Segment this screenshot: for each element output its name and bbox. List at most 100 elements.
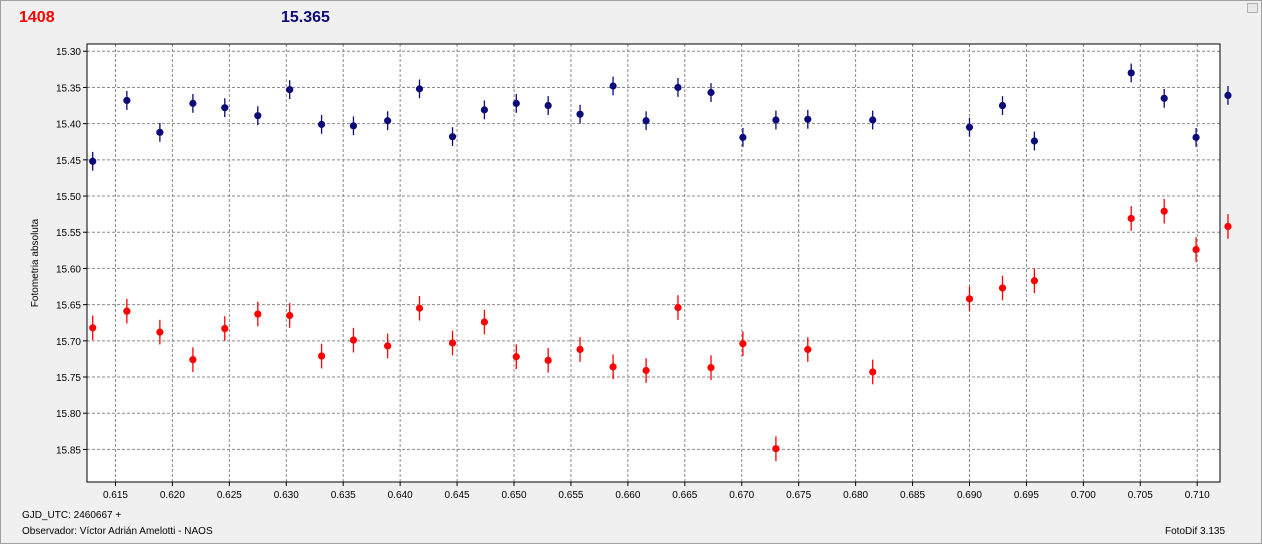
x-tick-label: 0.640: [388, 490, 413, 501]
data-point: [674, 303, 682, 312]
data-point: [965, 295, 974, 303]
x-tick-label: 0.680: [843, 490, 868, 501]
y-tick-label: 15.80: [56, 409, 81, 420]
gjd-label: GJD_UTC: 2460667 +: [22, 510, 122, 521]
x-tick-label: 0.650: [501, 490, 526, 501]
y-tick-label: 15.60: [56, 264, 81, 275]
data-point: [804, 115, 812, 123]
light-curve-chart: 0.615 0.620 0.625 0.630 0.635 0.640 0.645 0.650…: [30, 43, 1232, 501]
x-tick-label: 0.625: [217, 490, 242, 501]
data-point: [254, 112, 262, 120]
y-tick-label: 15.75: [56, 373, 81, 384]
y-tick-label: 15.40: [56, 120, 81, 131]
x-tick-label: 0.670: [729, 490, 754, 501]
data-point: [674, 83, 682, 92]
data-point: [642, 117, 650, 125]
data-point: [772, 445, 780, 453]
y-tick-label: 15.30: [56, 47, 81, 58]
data-point: [189, 356, 197, 364]
data-point: [739, 340, 747, 348]
data-point: [1192, 246, 1200, 254]
x-tick-label: 0.620: [160, 490, 185, 501]
data-point: [254, 310, 262, 318]
data-point: [89, 324, 97, 332]
data-point: [480, 106, 489, 114]
x-tick-label: 0.645: [445, 490, 470, 501]
data-point: [1030, 277, 1038, 285]
x-tick-label: 0.655: [558, 490, 583, 501]
data-point: [609, 363, 617, 371]
data-point: [415, 304, 424, 312]
data-point: [804, 345, 812, 354]
x-tick-label: 0.635: [331, 490, 356, 501]
data-point: [123, 96, 131, 105]
data-point: [998, 284, 1007, 292]
y-axis-ticks: 15.30 15.35 15.40 15.45 15.50 15.55 15.60 15.65…: [56, 47, 87, 456]
x-tick-label: 0.665: [672, 490, 697, 501]
data-point: [221, 324, 229, 333]
data-point: [707, 88, 715, 97]
data-point: [965, 123, 974, 131]
data-point: [544, 101, 552, 110]
data-point: [156, 328, 164, 336]
x-tick-label: 0.630: [274, 490, 299, 501]
data-point: [1160, 207, 1168, 215]
x-tick-label: 0.675: [786, 490, 811, 501]
data-point: [544, 356, 552, 364]
data-point: [576, 345, 584, 354]
data-point: [512, 99, 520, 107]
data-point: [998, 101, 1007, 110]
data-point: [349, 122, 358, 130]
data-point: [317, 120, 326, 128]
data-point: [1030, 137, 1038, 145]
data-point: [1127, 69, 1135, 77]
data-point: [349, 336, 358, 344]
x-tick-label: 0.695: [1014, 490, 1039, 501]
x-axis-ticks: 0.615 0.620 0.625 0.630 0.635 0.640 0.645 0.650…: [103, 482, 1210, 501]
data-point: [1127, 214, 1135, 223]
y-tick-label: 15.85: [56, 445, 81, 456]
data-point: [221, 104, 229, 112]
version-label: FotoDif 3.135: [1165, 526, 1226, 537]
x-tick-label: 0.685: [900, 490, 925, 501]
data-point: [1192, 133, 1200, 141]
data-point: [642, 366, 650, 375]
y-tick-label: 15.50: [56, 192, 81, 203]
data-point: [772, 116, 780, 124]
data-point: [89, 157, 97, 165]
data-point: [576, 110, 584, 118]
data-point: [869, 368, 877, 376]
data-point: [1224, 91, 1232, 100]
data-point: [384, 117, 392, 125]
data-point: [317, 352, 326, 360]
data-point: [1160, 94, 1168, 102]
y-tick-label: 15.45: [56, 156, 81, 167]
x-tick-label: 0.690: [957, 490, 982, 501]
y-tick-label: 15.35: [56, 83, 81, 94]
x-tick-label: 0.660: [615, 490, 640, 501]
y-tick-label: 15.65: [56, 301, 81, 312]
data-point: [189, 99, 197, 107]
data-point: [123, 307, 131, 315]
x-tick-label: 0.705: [1128, 490, 1153, 501]
plot-area: [87, 44, 1220, 482]
data-point: [384, 342, 392, 350]
data-point: [609, 82, 617, 90]
data-point: [739, 133, 747, 141]
data-point: [448, 339, 457, 347]
data-point: [869, 116, 877, 124]
data-point: [415, 85, 424, 93]
x-tick-label: 0.615: [103, 490, 128, 501]
observer-label: Observador: Víctor Adrián Amelotti - NAO…: [22, 526, 213, 537]
x-tick-label: 0.710: [1185, 490, 1210, 501]
x-tick-label: 0.700: [1071, 490, 1096, 501]
y-tick-label: 15.55: [56, 228, 81, 239]
data-point: [156, 128, 164, 136]
data-point: [286, 311, 294, 320]
data-point: [1224, 222, 1232, 231]
y-tick-label: 15.70: [56, 337, 81, 348]
data-point: [480, 318, 489, 326]
data-point: [707, 364, 715, 372]
data-point: [448, 133, 457, 141]
y-axis-label: Fotometria absoluta: [30, 218, 41, 307]
